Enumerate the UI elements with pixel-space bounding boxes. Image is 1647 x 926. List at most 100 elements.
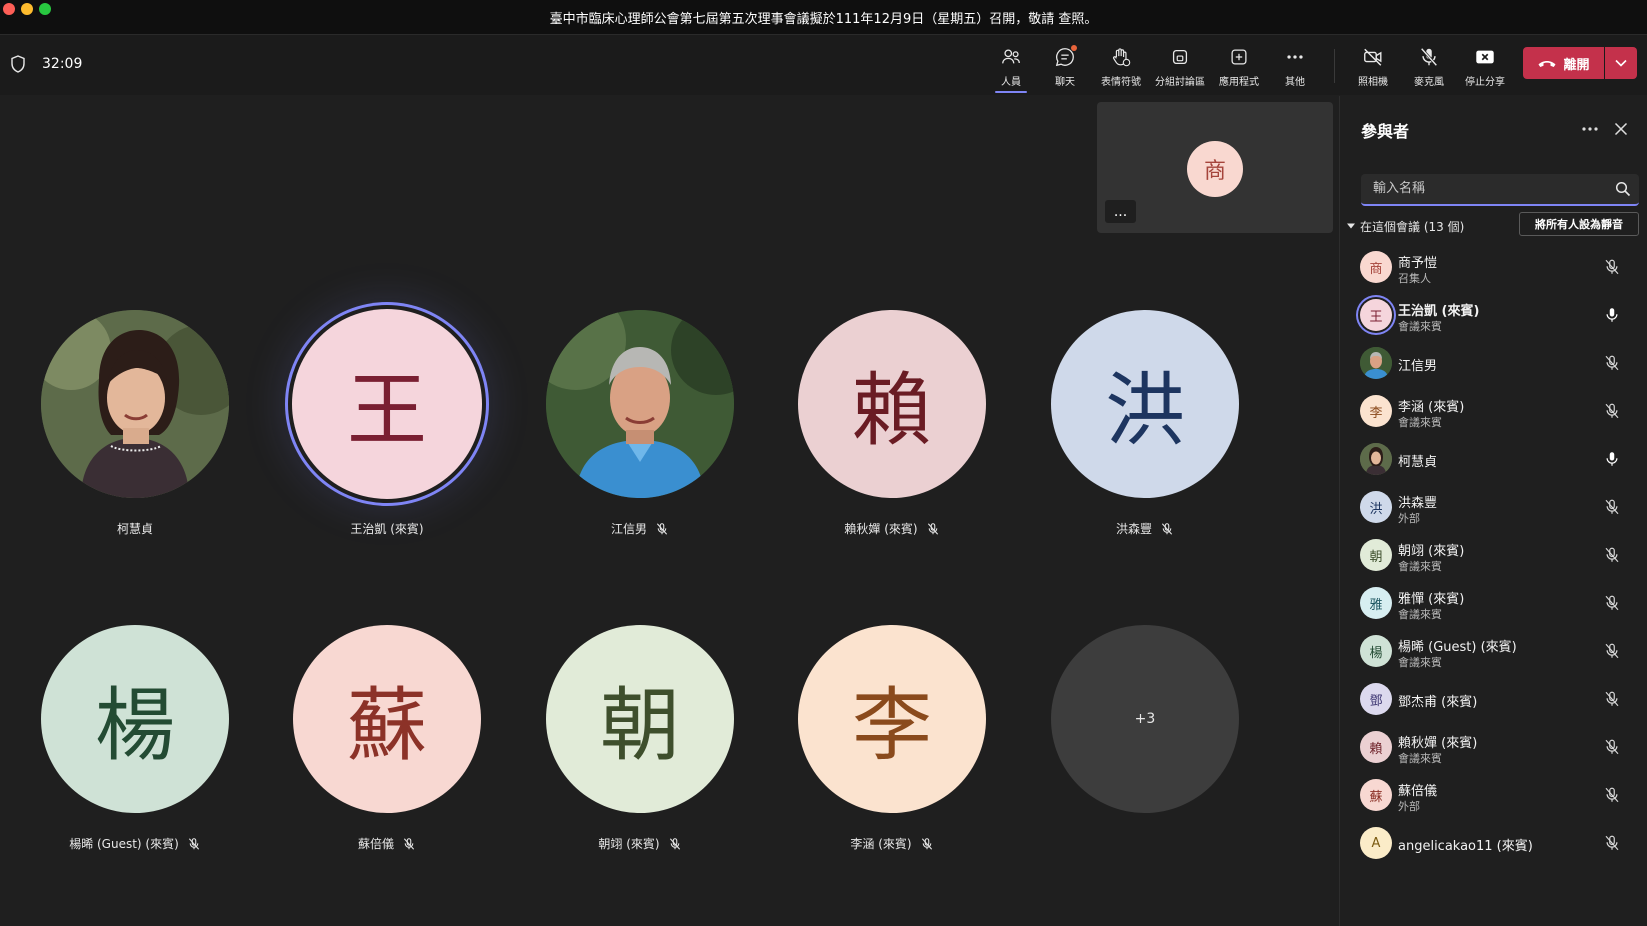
mic-muted-icon — [1605, 739, 1619, 755]
avatar-initial: 楊 — [41, 625, 229, 813]
chat-button[interactable]: 聊天 — [1035, 43, 1095, 91]
panel-close-button[interactable] — [1610, 118, 1632, 140]
participant-row[interactable]: 李 李涵 (來賓) 會議來賓 — [1339, 388, 1647, 434]
participant-tile[interactable]: 江信男 — [515, 310, 755, 570]
mic-muted-icon — [1605, 403, 1619, 419]
participant-row[interactable]: 楊 楊晞 (Guest) (來賓) 會議來賓 — [1339, 628, 1647, 674]
raise-hand-icon — [1113, 48, 1131, 67]
toolbar-divider — [1334, 49, 1335, 83]
apps-button[interactable]: 應用程式 — [1209, 43, 1269, 91]
leave-options-button[interactable] — [1605, 47, 1637, 79]
tile-name: 洪森豐 — [1020, 520, 1270, 537]
mic-muted-icon — [1161, 522, 1173, 535]
microphone-button[interactable]: 麥克風 — [1399, 43, 1459, 91]
microphone-label: 麥克風 — [1414, 77, 1444, 88]
participant-row[interactable]: 柯慧貞 — [1339, 436, 1647, 482]
participant-name: 商予愷 — [1398, 256, 1438, 271]
overflow-participants-tile[interactable]: +3 — [1020, 625, 1260, 885]
more-icon — [1582, 127, 1598, 131]
overflow-count: +3 — [1051, 625, 1239, 813]
mic-muted-icon — [1605, 499, 1619, 515]
participant-name: angelicakao11 (來賓) — [1398, 839, 1533, 854]
window-title: 臺中市臨床心理師公會第七屆第五次理事會議擬於111年12月9日（星期五）召開，敬… — [549, 12, 1098, 27]
participant-tile[interactable]: 朝 朝翊 (來賓) — [515, 625, 755, 885]
mic-on-icon — [1606, 452, 1618, 466]
participant-avatar-photo — [1360, 347, 1392, 379]
participant-row[interactable]: 朝 朝翊 (來賓) 會議來賓 — [1339, 532, 1647, 578]
participant-row[interactable]: 賴 賴秋嬋 (來賓) 會議來賓 — [1339, 724, 1647, 770]
section-label: 在這個會議 (13 個) — [1360, 219, 1465, 234]
more-actions-button[interactable]: 其他 — [1265, 43, 1325, 91]
self-view-tile[interactable]: 商 ... — [1097, 102, 1333, 233]
camera-off-icon — [1364, 48, 1382, 66]
caret-down-icon — [1347, 223, 1355, 229]
participant-row-speaking[interactable]: 王 王治凱 (來賓) 會議來賓 — [1339, 292, 1647, 338]
participant-row[interactable]: 蘇 蘇倍儀 外部 — [1339, 772, 1647, 818]
participant-avatar: 朝 — [1360, 539, 1392, 571]
avatar-initial: 蘇 — [293, 625, 481, 813]
hang-up-icon — [1538, 61, 1556, 67]
mic-muted-icon — [1605, 691, 1619, 707]
participant-avatar: 王 — [1360, 299, 1392, 331]
participant-tile-speaking[interactable]: 王 王治凱 (來賓) — [262, 309, 502, 570]
participant-row[interactable]: A angelicakao11 (來賓) — [1339, 820, 1647, 866]
search-icon[interactable] — [1615, 181, 1631, 197]
stop-sharing-label: 停止分享 — [1465, 77, 1505, 88]
participant-name: 鄧杰甫 (來賓) — [1398, 695, 1478, 710]
breakout-rooms-icon — [1172, 49, 1188, 65]
mic-muted-icon — [1605, 259, 1619, 275]
breakout-rooms-button[interactable]: 分組討論區 — [1150, 43, 1210, 91]
avatar-photo — [546, 310, 734, 498]
reactions-button[interactable]: 表情符號 — [1091, 43, 1151, 91]
participant-tile[interactable]: 李 李涵 (來賓) — [767, 625, 1007, 885]
man-portrait-image — [546, 310, 734, 498]
man-portrait-image — [1360, 347, 1392, 379]
participant-tile[interactable]: 洪 洪森豐 — [1020, 310, 1260, 570]
participant-row[interactable]: 商 商予愷 召集人 — [1339, 244, 1647, 290]
participant-tile[interactable]: 楊 楊晞 (Guest) (來賓) — [10, 625, 250, 885]
participant-row[interactable]: 江信男 — [1339, 340, 1647, 386]
camera-button[interactable]: 照相機 — [1343, 43, 1403, 91]
people-button[interactable]: 人員 — [981, 43, 1041, 93]
people-label: 人員 — [1001, 77, 1021, 88]
participant-row[interactable]: 洪 洪森豐 外部 — [1339, 484, 1647, 530]
participant-avatar: 賴 — [1360, 731, 1392, 763]
panel-title: 參與者 — [1361, 122, 1410, 141]
stop-share-icon — [1476, 50, 1494, 64]
participant-name: 賴秋嬋 (來賓) — [1398, 736, 1478, 751]
participant-row[interactable]: 鄧 鄧杰甫 (來賓) — [1339, 676, 1647, 722]
mic-muted-icon — [188, 837, 199, 850]
close-icon — [1614, 122, 1628, 136]
mic-muted-icon — [1605, 355, 1619, 371]
mic-muted-icon — [1605, 547, 1619, 563]
more-icon — [1287, 55, 1303, 59]
self-view-options-button[interactable]: ... — [1105, 200, 1136, 223]
participant-avatar-photo — [1360, 443, 1392, 475]
panel-more-button[interactable] — [1579, 118, 1601, 140]
active-tab-indicator — [995, 91, 1027, 93]
participant-row[interactable]: 雅 雅憚 (來賓) 會議來賓 — [1339, 580, 1647, 626]
leave-button[interactable]: 離開 — [1523, 47, 1604, 79]
stop-sharing-button[interactable]: 停止分享 — [1455, 43, 1515, 91]
search-input[interactable] — [1371, 180, 1605, 197]
participant-tile[interactable]: 柯慧貞 — [10, 310, 250, 570]
meeting-info[interactable]: 32:09 — [10, 55, 82, 73]
mic-off-icon — [1420, 47, 1438, 67]
avatar-initial: 賴 — [798, 310, 986, 498]
camera-label: 照相機 — [1358, 77, 1388, 88]
participant-name: 江信男 — [1398, 359, 1438, 374]
breakout-rooms-label: 分組討論區 — [1155, 77, 1205, 88]
participant-tile[interactable]: 賴 賴秋嬋 (來賓) — [767, 310, 1007, 570]
participant-name: 李涵 (來賓) — [1398, 400, 1465, 415]
meeting-timer: 32:09 — [42, 56, 83, 72]
meeting-stage: 商 ... 柯慧貞 王 王治凱 (來賓) 江信男 賴 賴秋嬋 (來賓) 洪 洪森… — [0, 96, 1334, 926]
mic-on-icon — [1606, 308, 1618, 322]
participant-avatar: 蘇 — [1360, 779, 1392, 811]
participant-tile[interactable]: 蘇 蘇倍儀 — [262, 625, 502, 885]
mic-muted-icon — [403, 837, 415, 850]
mute-all-button[interactable]: 將所有人設為靜音 — [1519, 212, 1639, 236]
participant-search — [1361, 174, 1639, 206]
participant-role: 會議來賓 — [1398, 608, 1442, 621]
participant-role: 會議來賓 — [1398, 416, 1442, 429]
participant-name: 王治凱 (來賓) — [1398, 304, 1480, 319]
